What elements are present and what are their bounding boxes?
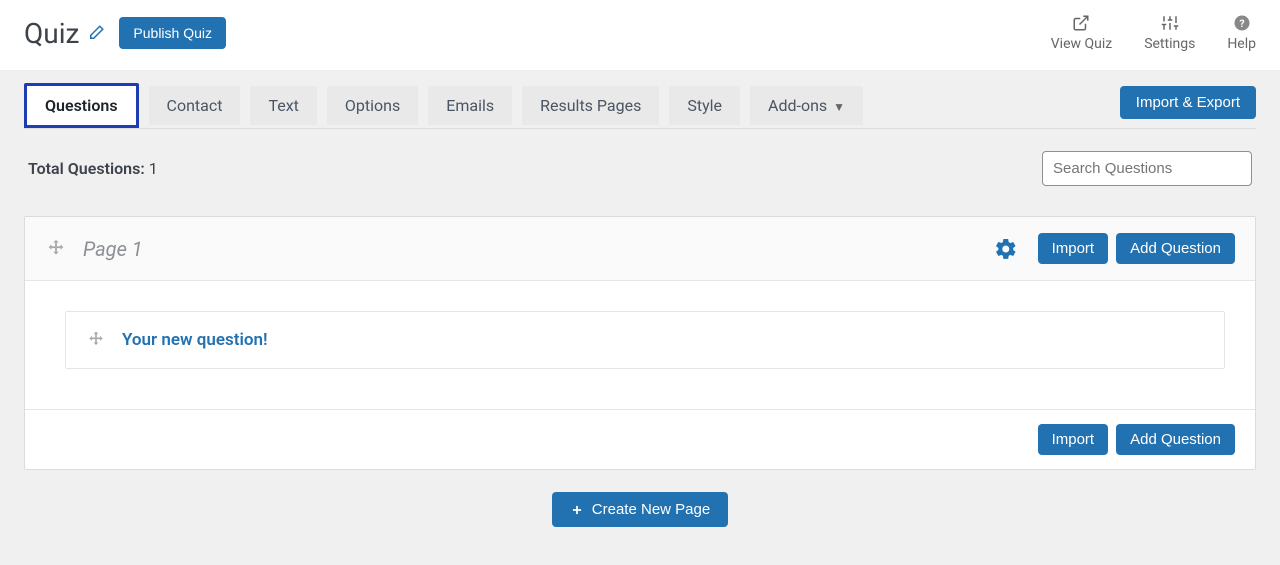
tab-add-ons[interactable]: Add-ons▼	[750, 86, 863, 125]
page-title: Quiz	[24, 17, 79, 50]
tab-results-pages[interactable]: Results Pages	[522, 86, 659, 125]
settings-button[interactable]: Settings	[1144, 14, 1195, 52]
drag-handle-icon[interactable]	[45, 238, 67, 260]
footer-import-button[interactable]: Import	[1038, 424, 1109, 455]
plus-icon	[570, 503, 584, 517]
tab-contact[interactable]: Contact	[149, 86, 241, 125]
create-new-page-label: Create New Page	[592, 501, 710, 518]
tab-options[interactable]: Options	[327, 86, 418, 125]
page-settings-button[interactable]	[994, 237, 1018, 261]
view-quiz-label: View Quiz	[1051, 36, 1112, 52]
page-import-button[interactable]: Import	[1038, 233, 1109, 264]
edit-title-icon[interactable]	[87, 24, 105, 42]
question-card[interactable]: Your new question!	[65, 311, 1225, 369]
help-icon: ?	[1233, 14, 1251, 32]
sliders-icon	[1161, 14, 1179, 32]
settings-label: Settings	[1144, 36, 1195, 52]
search-questions-input[interactable]	[1042, 151, 1252, 186]
chevron-down-icon: ▼	[833, 100, 845, 114]
page-panel: Page 1 Import Add Question Your new ques…	[24, 216, 1256, 470]
publish-quiz-button[interactable]: Publish Quiz	[119, 17, 226, 49]
questions-list: Your new question!	[25, 281, 1255, 409]
create-page-row: Create New Page	[24, 470, 1256, 549]
tab-emails[interactable]: Emails	[428, 86, 512, 125]
meta-row: Total Questions: 1	[24, 129, 1256, 196]
page-add-question-button[interactable]: Add Question	[1116, 233, 1235, 264]
page-name: Page 1	[83, 237, 143, 261]
svg-text:?: ?	[1239, 17, 1244, 30]
drag-handle-icon[interactable]	[86, 330, 106, 350]
header: Quiz Publish Quiz View Quiz Settings ? H…	[0, 0, 1280, 71]
import-export-button[interactable]: Import & Export	[1120, 86, 1256, 119]
question-title: Your new question!	[122, 330, 268, 350]
total-questions-count: 1	[149, 159, 158, 178]
view-quiz-button[interactable]: View Quiz	[1051, 14, 1112, 52]
footer-add-question-button[interactable]: Add Question	[1116, 424, 1235, 455]
tab-style[interactable]: Style	[669, 86, 740, 125]
total-questions-label: Total Questions:	[28, 159, 145, 178]
help-button[interactable]: ? Help	[1227, 14, 1256, 52]
page-footer: Import Add Question	[25, 409, 1255, 469]
tab-text[interactable]: Text	[250, 86, 316, 125]
external-link-icon	[1072, 14, 1090, 32]
tabs: Questions Contact Text Options Emails Re…	[24, 71, 1256, 129]
help-label: Help	[1227, 36, 1256, 52]
create-new-page-button[interactable]: Create New Page	[552, 492, 728, 527]
tab-questions[interactable]: Questions	[24, 83, 139, 128]
page-header: Page 1 Import Add Question	[25, 217, 1255, 281]
